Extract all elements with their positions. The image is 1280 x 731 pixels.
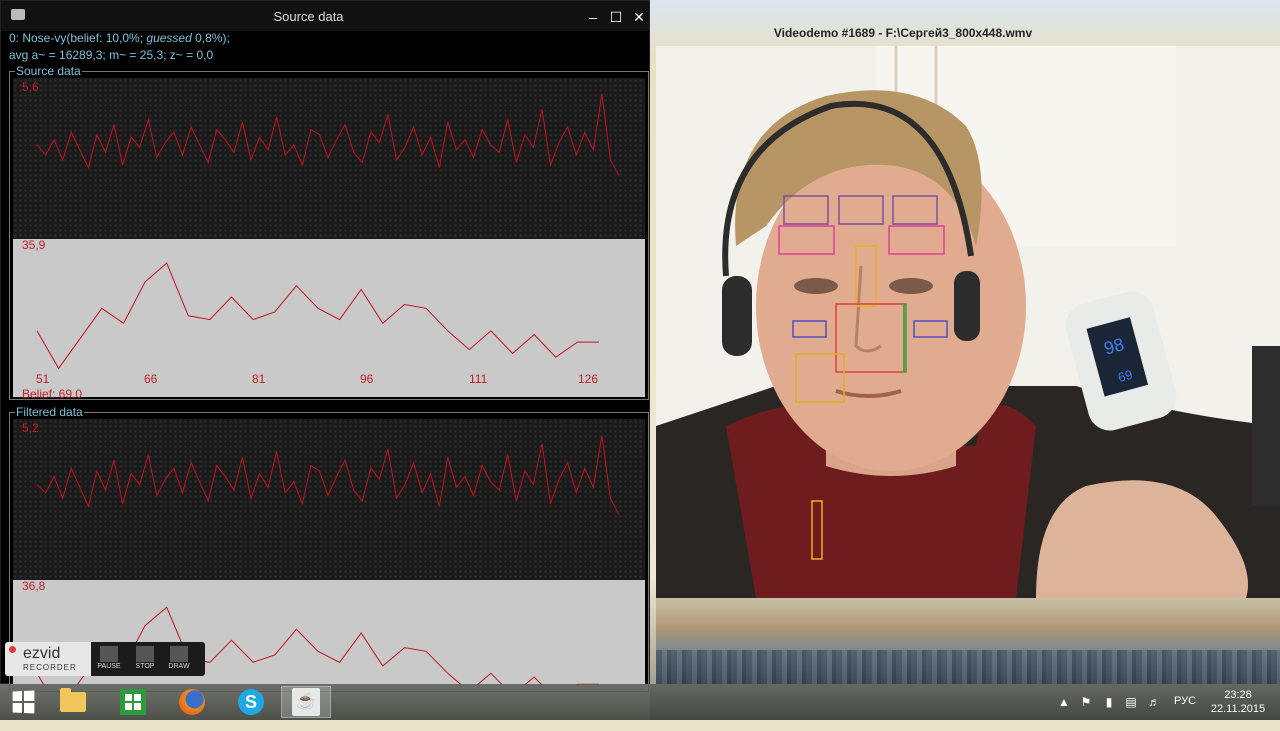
ezvid-logo-subtext: RECORDER bbox=[23, 663, 77, 672]
wallpaper-trees bbox=[656, 650, 1280, 684]
clock-date: 22.11.2015 bbox=[1210, 703, 1266, 715]
source-data-window: Source data – ☐ ✕ 0: Nose-vy(belief: 10,… bbox=[0, 0, 650, 684]
skype-icon: S bbox=[238, 689, 264, 715]
action-center-icon[interactable]: ⚑ bbox=[1079, 695, 1093, 709]
taskbar-firefox[interactable] bbox=[167, 686, 217, 718]
taskbar-java[interactable]: ☕ bbox=[281, 686, 331, 718]
video-scene: 98 69 bbox=[656, 46, 1280, 598]
java-icon: ☕ bbox=[292, 688, 320, 716]
stop-button[interactable]: STOP bbox=[129, 644, 161, 674]
stop-label: STOP bbox=[135, 663, 155, 670]
ezvid-logo: ezvid RECORDER bbox=[5, 642, 91, 676]
pause-button[interactable]: PAUSE bbox=[93, 644, 125, 674]
video-frame: 98 69 bbox=[656, 46, 1280, 598]
volume-icon[interactable]: ♬ bbox=[1147, 695, 1161, 709]
firefox-icon bbox=[179, 689, 205, 715]
language-indicator[interactable]: РУС bbox=[1174, 695, 1196, 731]
source-signal-line bbox=[37, 94, 619, 175]
charts-svg bbox=[1, 1, 651, 685]
draw-icon bbox=[170, 646, 188, 662]
clock-time: 23:28 bbox=[1224, 689, 1252, 701]
start-button[interactable] bbox=[0, 686, 46, 718]
pause-label: PAUSE bbox=[97, 663, 121, 670]
filtered-signal-line bbox=[37, 436, 619, 515]
ezvid-recorder: ezvid RECORDER PAUSE STOP DRAW bbox=[5, 642, 205, 676]
taskbar: S ☕ ▲ ⚑ ▮ ▤ ♬ РУС 23:28 22.11.2015 bbox=[0, 684, 1280, 720]
power-icon[interactable]: ▮ bbox=[1102, 695, 1116, 709]
draw-button[interactable]: DRAW bbox=[163, 644, 195, 674]
record-dot-icon bbox=[9, 646, 16, 653]
taskbar-skype[interactable]: S bbox=[226, 686, 276, 718]
taskbar-store[interactable] bbox=[108, 686, 158, 718]
show-hidden-icons-icon[interactable]: ▲ bbox=[1057, 695, 1071, 709]
ezvid-logo-text: ezvid bbox=[23, 645, 61, 662]
stop-icon bbox=[136, 646, 154, 662]
pause-icon bbox=[100, 646, 118, 662]
taskbar-explorer[interactable] bbox=[48, 686, 98, 718]
clock[interactable]: 23:28 22.11.2015 bbox=[1203, 688, 1273, 716]
draw-label: DRAW bbox=[168, 663, 190, 670]
video-window-title[interactable]: Videodemo #1689 - F:\Сергей3_800x448.wmv bbox=[656, 26, 1280, 46]
source-spectrum-line bbox=[37, 263, 599, 368]
store-icon bbox=[120, 689, 146, 715]
folder-icon bbox=[60, 688, 86, 712]
network-icon[interactable]: ▤ bbox=[1124, 695, 1138, 709]
windows-icon bbox=[12, 690, 35, 714]
